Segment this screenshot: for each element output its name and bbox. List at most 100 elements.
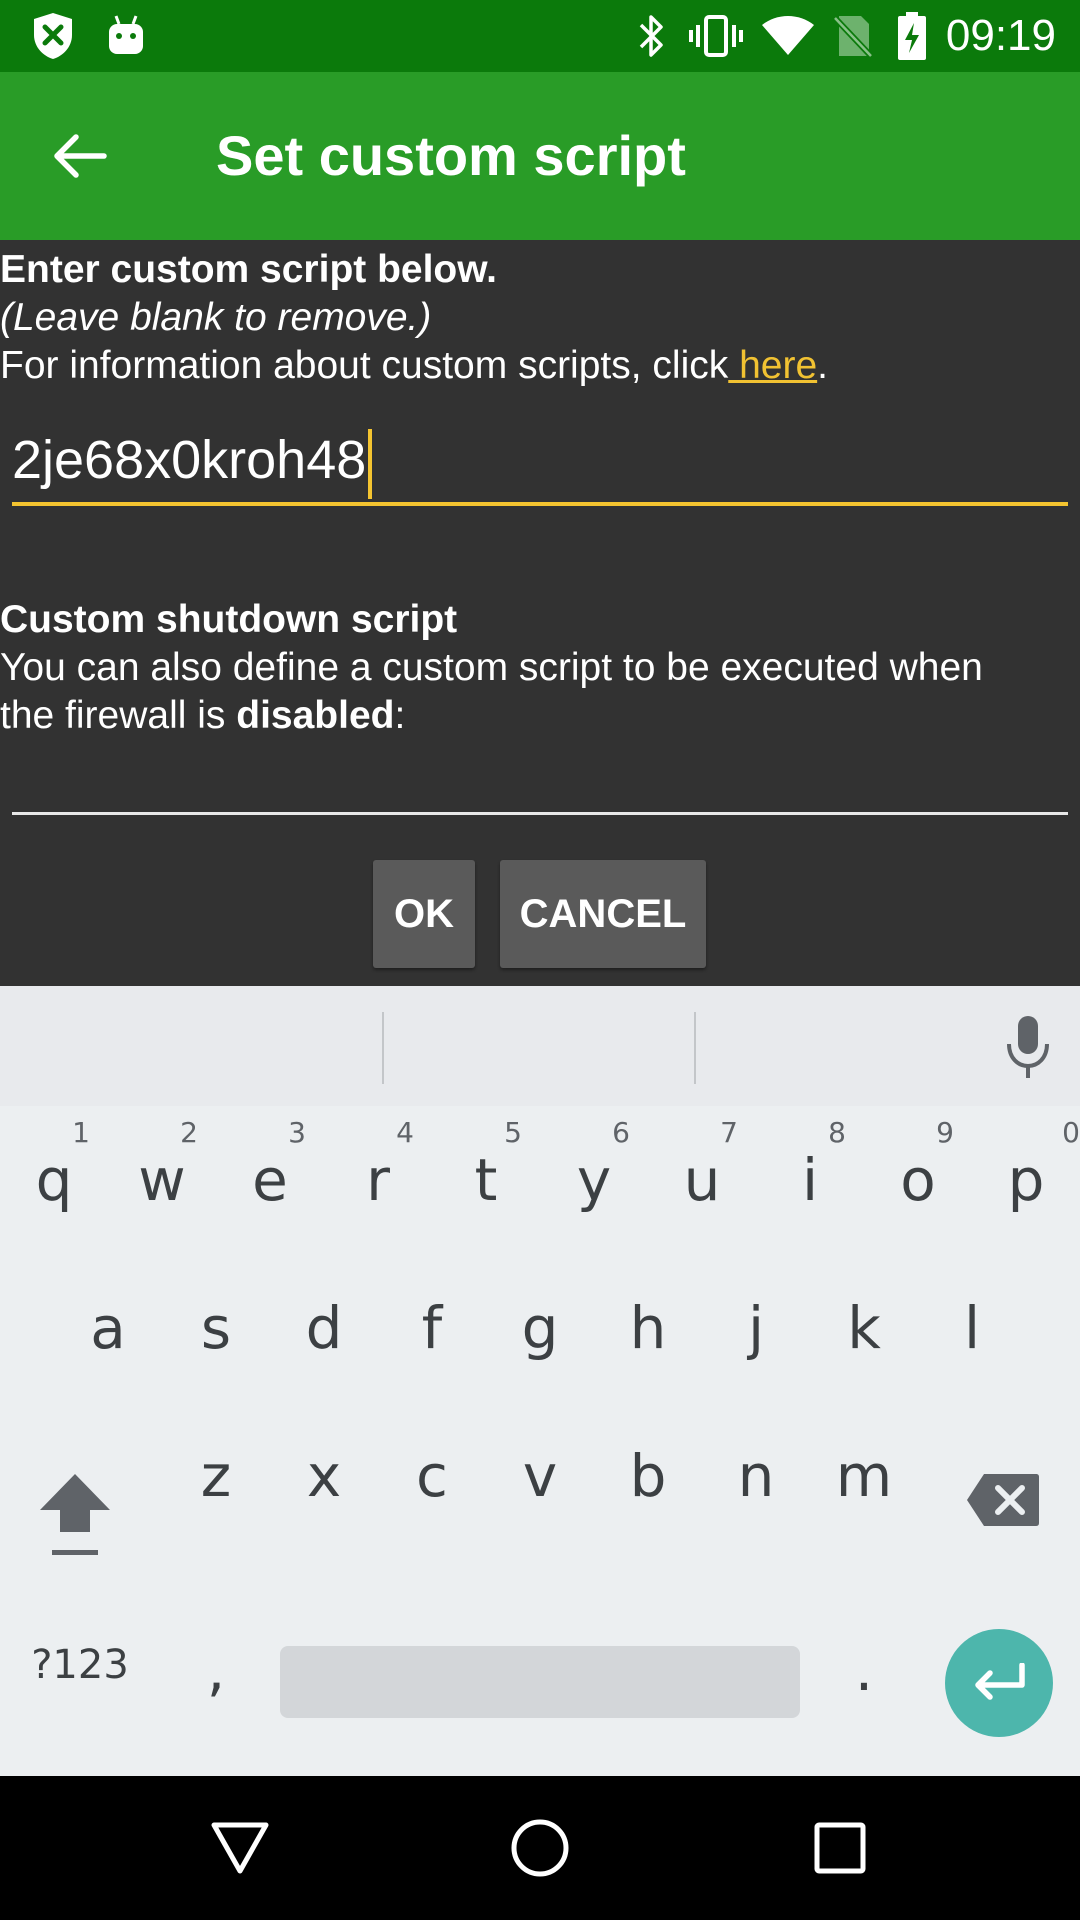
key-label: b xyxy=(629,1442,667,1510)
shutdown-line2-suffix: : xyxy=(394,694,406,737)
soft-keyboard: 1q 2w 3e 4r 5t 6y 7u 8i 9o 0p a s d f g … xyxy=(0,986,1080,1776)
key-p[interactable]: 0p xyxy=(972,1106,1080,1256)
script-input[interactable]: 2je68x0kroh48 xyxy=(12,420,1068,500)
key-j[interactable]: j xyxy=(702,1256,810,1406)
key-hint: 8 xyxy=(828,1116,846,1149)
key-x[interactable]: x xyxy=(270,1406,378,1556)
key-f[interactable]: f xyxy=(378,1256,486,1406)
key-hint: 1 xyxy=(72,1116,90,1149)
key-o[interactable]: 9o xyxy=(864,1106,972,1256)
key-d[interactable]: d xyxy=(270,1256,378,1406)
key-b[interactable]: b xyxy=(594,1406,702,1556)
android-icon xyxy=(104,0,148,72)
key-hint: 9 xyxy=(936,1116,954,1149)
key-label: h xyxy=(629,1294,667,1362)
bluetooth-icon xyxy=(632,0,672,72)
key-label: a xyxy=(90,1294,126,1362)
key-k[interactable]: k xyxy=(810,1256,918,1406)
key-label: v xyxy=(522,1442,558,1510)
key-label: n xyxy=(737,1442,775,1510)
key-label: c xyxy=(416,1442,448,1510)
key-t[interactable]: 5t xyxy=(432,1106,540,1256)
key-label: w xyxy=(138,1146,186,1214)
key-r[interactable]: 4r xyxy=(324,1106,432,1256)
shutdown-input-underline xyxy=(12,812,1068,815)
key-l[interactable]: l xyxy=(918,1256,1026,1406)
comma-key[interactable]: , xyxy=(162,1586,270,1736)
key-label: s xyxy=(200,1294,232,1362)
script-input-text: 2je68x0kroh48 xyxy=(12,430,367,490)
cancel-button[interactable]: CANCEL xyxy=(500,860,706,968)
key-hint: 0 xyxy=(1062,1116,1080,1149)
shift-key[interactable] xyxy=(20,1406,130,1556)
key-label: g xyxy=(521,1294,559,1362)
key-z[interactable]: z xyxy=(162,1406,270,1556)
key-e[interactable]: 3e xyxy=(216,1106,324,1256)
key-w[interactable]: 2w xyxy=(108,1106,216,1256)
key-label: l xyxy=(963,1294,981,1362)
recents-nav-icon[interactable] xyxy=(780,1776,900,1920)
key-label: u xyxy=(683,1146,721,1214)
backspace-icon xyxy=(967,1474,1039,1526)
backspace-key[interactable] xyxy=(950,1406,1060,1556)
enter-key[interactable] xyxy=(945,1629,1053,1737)
symbols-key[interactable]: ?123 xyxy=(20,1586,140,1736)
key-label: m xyxy=(835,1442,893,1510)
key-label: ?123 xyxy=(31,1642,129,1688)
period-key[interactable]: . xyxy=(810,1586,918,1736)
arrow-back-icon[interactable] xyxy=(40,116,120,196)
key-label: r xyxy=(366,1146,390,1214)
key-h[interactable]: h xyxy=(594,1256,702,1406)
key-hint: 5 xyxy=(504,1116,522,1149)
status-bar: 09:19 xyxy=(0,0,1080,72)
key-hint: 4 xyxy=(396,1116,414,1149)
navigation-bar xyxy=(0,1776,1080,1920)
key-label: d xyxy=(305,1294,343,1362)
script-input-underline xyxy=(12,502,1068,506)
key-label: z xyxy=(200,1442,232,1510)
key-label: f xyxy=(421,1294,443,1362)
microphone-icon[interactable] xyxy=(1004,1014,1052,1080)
key-hint: 6 xyxy=(612,1116,630,1149)
custom-script-dialog: Enter custom script below. (Leave blank … xyxy=(0,240,1080,986)
key-label: y xyxy=(576,1146,612,1214)
shutdown-line2-bold: disabled xyxy=(236,694,395,737)
suggestion-strip xyxy=(0,986,1080,1106)
script-input-value: 2je68x0kroh48 xyxy=(12,420,373,500)
shift-icon xyxy=(40,1474,110,1555)
shutdown-line2-prefix: the firewall is xyxy=(0,694,237,737)
key-c[interactable]: c xyxy=(378,1406,486,1556)
key-a[interactable]: a xyxy=(54,1256,162,1406)
key-m[interactable]: m xyxy=(810,1406,918,1556)
vibrate-icon xyxy=(686,0,746,72)
info-suffix: . xyxy=(817,344,828,387)
key-hint: 2 xyxy=(180,1116,198,1149)
app-bar: Set custom script xyxy=(0,72,1080,240)
key-i[interactable]: 8i xyxy=(756,1106,864,1256)
key-v[interactable]: v xyxy=(486,1406,594,1556)
status-time: 09:19 xyxy=(945,11,1056,60)
suggestion-divider xyxy=(694,1012,696,1084)
shield-x-icon xyxy=(28,0,78,72)
ok-button[interactable]: OK xyxy=(373,860,475,968)
home-nav-icon[interactable] xyxy=(480,1776,600,1920)
info-link[interactable]: here xyxy=(728,344,817,387)
shutdown-description-line1: You can also define a custom script to b… xyxy=(0,646,983,689)
key-label: p xyxy=(1007,1146,1045,1214)
key-label: o xyxy=(900,1146,936,1214)
key-hint: 7 xyxy=(720,1116,738,1149)
key-y[interactable]: 6y xyxy=(540,1106,648,1256)
page-title: Set custom script xyxy=(216,124,686,187)
key-g[interactable]: g xyxy=(486,1256,594,1406)
space-key[interactable] xyxy=(280,1646,800,1718)
suggestion-divider xyxy=(382,1012,384,1084)
key-q[interactable]: 1q xyxy=(0,1106,108,1256)
back-nav-icon[interactable] xyxy=(180,1776,300,1920)
shutdown-script-input[interactable] xyxy=(12,760,1068,830)
key-label: k xyxy=(847,1294,881,1362)
info-prefix: For information about custom scripts, cl… xyxy=(0,344,729,387)
key-s[interactable]: s xyxy=(162,1256,270,1406)
key-n[interactable]: n xyxy=(702,1406,810,1556)
key-u[interactable]: 7u xyxy=(648,1106,756,1256)
key-label: x xyxy=(306,1442,342,1510)
